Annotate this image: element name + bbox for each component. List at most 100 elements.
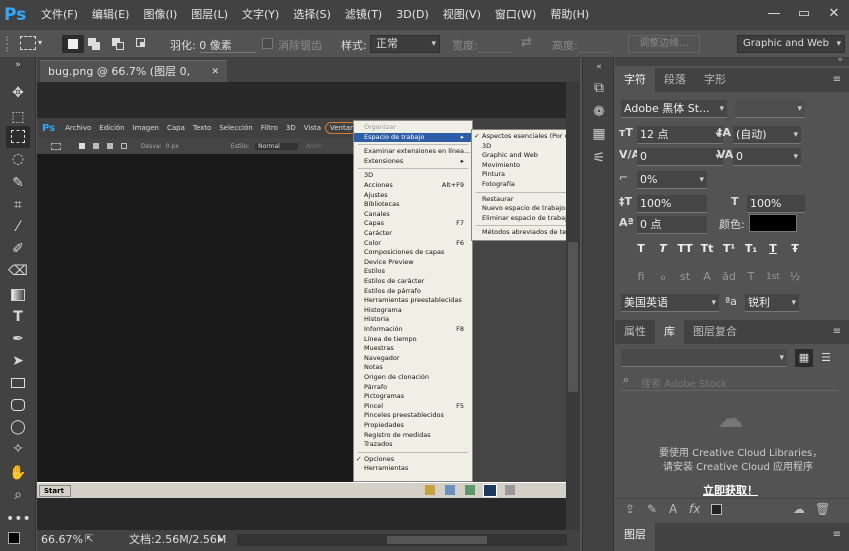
hand-tool-icon[interactable]: ✋ <box>6 462 30 484</box>
tracking-input[interactable]: 0 ▾ <box>733 148 801 166</box>
add-graphic-icon[interactable]: ✎ <box>647 502 657 516</box>
horizontal-scale-input[interactable]: 100% <box>747 195 805 213</box>
style-select[interactable]: 正常 ▾ <box>370 35 440 53</box>
ordinals-button[interactable]: 1st <box>763 268 783 286</box>
add-selection-button[interactable] <box>88 38 102 50</box>
tab-layer-comps[interactable]: 图层复合 <box>684 320 746 344</box>
menu-filter[interactable]: 滤镜(T) <box>338 0 389 30</box>
menu-3d[interactable]: 3D(D) <box>389 0 436 30</box>
stylistic-alt-button[interactable]: ād <box>719 268 739 286</box>
document-canvas[interactable]: Ps Archivo Edición Imagen Capa Texto Sel… <box>37 82 566 530</box>
strikethrough-button[interactable]: Ŧ <box>785 240 805 258</box>
workspace-select[interactable]: Graphic and Web ▾ <box>737 35 845 53</box>
tsume-input[interactable]: 0% ▾ <box>637 171 707 189</box>
eraser-tool-icon[interactable]: ⌫ <box>6 260 30 282</box>
document-tab[interactable]: bug.png @ 66.7% (图层 0, RGB/8) ✕ <box>40 60 227 100</box>
more-tools-icon[interactable]: ••• <box>6 508 31 530</box>
menu-image[interactable]: 图像(I) <box>136 0 184 30</box>
custom-shape-tool-icon[interactable]: ✧ <box>6 438 30 460</box>
rounded-rect-tool-icon[interactable] <box>6 394 30 416</box>
artboard-tool-icon[interactable]: ⬚ <box>6 106 30 128</box>
font-style-select[interactable]: ▾ <box>735 100 805 118</box>
small-caps-button[interactable]: Tt <box>697 240 717 258</box>
font-family-select[interactable]: Adobe 黑体 St... ▾ <box>621 100 727 118</box>
refine-edge-button[interactable]: 调整边缘... <box>628 35 700 53</box>
chevron-down-icon[interactable]: ▾ <box>38 38 42 47</box>
subscript-button[interactable]: T₁ <box>741 240 761 258</box>
new-selection-button[interactable] <box>62 35 84 53</box>
superscript-button[interactable]: T¹ <box>719 240 739 258</box>
baseline-shift-input[interactable]: 0 点 <box>637 216 707 234</box>
panel-menu-icon[interactable]: ≡ <box>833 74 841 85</box>
menu-file[interactable]: 文件(F) <box>34 0 85 30</box>
menu-help[interactable]: 帮助(H) <box>543 0 596 30</box>
tab-layers[interactable]: 图层 <box>615 523 655 551</box>
add-color-icon[interactable] <box>711 504 722 515</box>
tab-libraries[interactable]: 库 <box>655 320 684 344</box>
menu-type[interactable]: 文字(Y) <box>235 0 286 30</box>
brush-tool-icon[interactable]: ✐ <box>6 238 30 260</box>
tab-glyphs[interactable]: 字形 <box>695 68 735 92</box>
eyedropper-tool-icon[interactable]: ⁄ <box>6 216 30 238</box>
collapse-icon[interactable]: » <box>837 55 843 65</box>
ellipse-tool-icon[interactable]: ◯ <box>6 416 30 438</box>
faux-italic-button[interactable]: T <box>653 240 673 258</box>
foreground-color-swatch[interactable] <box>8 532 20 544</box>
width-input[interactable] <box>478 52 512 53</box>
zoom-tool-icon[interactable]: ⌕ <box>6 484 30 506</box>
close-button[interactable]: ✕ <box>819 0 849 30</box>
antialias-checkbox[interactable] <box>262 38 273 49</box>
gradient-tool-icon[interactable] <box>6 284 30 306</box>
share-icon[interactable]: ⇱ <box>85 530 93 550</box>
kerning-input[interactable]: 0 ▾ <box>637 148 723 166</box>
status-arrow-icon[interactable]: ▸ <box>219 530 224 550</box>
panel-menu-icon[interactable]: ≡ <box>833 326 841 337</box>
ligatures-button[interactable]: fi <box>631 268 651 286</box>
all-caps-button[interactable]: TT <box>675 240 695 258</box>
minimize-button[interactable]: — <box>759 0 789 30</box>
marquee-preset-icon[interactable] <box>20 36 36 50</box>
antialias-select[interactable]: 锐利 ▾ <box>745 294 799 312</box>
history-icon[interactable]: ⧉ <box>589 78 609 98</box>
add-char-style-icon[interactable]: A <box>669 502 677 516</box>
color-palette-icon[interactable]: ❁ <box>589 102 609 122</box>
grid-view-icon[interactable]: ▦ <box>795 349 813 367</box>
cloud-sync-icon[interactable]: ☁ <box>793 502 805 516</box>
move-tool-icon[interactable]: ✥ <box>6 82 30 104</box>
maximize-button[interactable]: ▭ <box>789 0 819 30</box>
menu-layer[interactable]: 图层(L) <box>184 0 235 30</box>
subtract-selection-button[interactable] <box>112 38 126 50</box>
brush-presets-icon[interactable]: ⚟ <box>589 148 609 168</box>
faux-bold-button[interactable]: T <box>631 240 651 258</box>
close-icon[interactable]: ✕ <box>211 61 219 83</box>
trash-icon[interactable]: 🗑 <box>815 502 830 516</box>
type-tool-icon[interactable]: T <box>6 306 30 328</box>
language-select[interactable]: 美国英语 ▾ <box>621 294 719 312</box>
add-layer-style-icon[interactable]: fx <box>689 502 700 516</box>
quick-select-tool-icon[interactable]: ✎ <box>6 172 30 194</box>
pen-tool-icon[interactable]: ✒ <box>6 328 30 350</box>
swatches-grid-icon[interactable]: ▦ <box>589 124 609 144</box>
tab-character[interactable]: 字符 <box>615 68 655 92</box>
collapse-icon[interactable]: » <box>6 60 30 70</box>
underline-button[interactable]: T <box>763 240 783 258</box>
horizontal-scroll-thumb[interactable] <box>387 536 487 544</box>
menu-window[interactable]: 窗口(W) <box>488 0 543 30</box>
get-cc-link[interactable]: 立即获取！ <box>703 482 758 498</box>
tab-properties[interactable]: 属性 <box>615 320 655 344</box>
discretionary-ligatures-button[interactable]: st <box>675 268 695 286</box>
leading-input[interactable]: (自动) ▾ <box>733 126 801 144</box>
vertical-scroll-thumb[interactable] <box>568 242 578 392</box>
horizontal-scrollbar[interactable] <box>237 534 567 546</box>
menu-edit[interactable]: 编辑(E) <box>85 0 137 30</box>
tab-paragraph[interactable]: 段落 <box>655 68 695 92</box>
menu-view[interactable]: 视图(V) <box>436 0 488 30</box>
path-select-tool-icon[interactable]: ➤ <box>6 350 30 372</box>
old-style-button[interactable]: ℴ <box>653 268 673 286</box>
list-view-icon[interactable]: ☰ <box>817 349 835 367</box>
font-size-input[interactable]: 12 点 ▾ <box>637 126 723 144</box>
collapse-icon[interactable]: « <box>589 62 609 72</box>
rect-marquee-tool-icon[interactable] <box>6 126 30 148</box>
intersect-selection-button[interactable] <box>136 38 150 50</box>
text-color-swatch[interactable] <box>749 214 797 232</box>
